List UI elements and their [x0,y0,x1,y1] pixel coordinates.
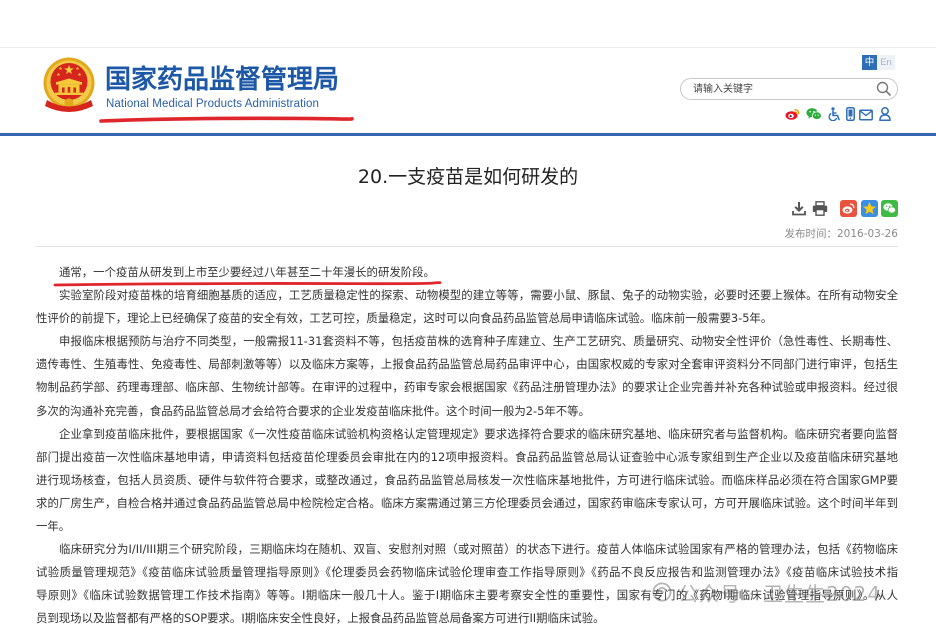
site-title: 国家药品监督管理局 [105,65,340,95]
lang-en-button[interactable]: En [877,55,895,70]
national-emblem-icon [43,57,95,112]
paragraph-line: 进行现场核查，包括人员资质、硬件与软件符合要求，或整改通过，食品药品监管总局核发… [36,472,898,487]
search-icon [876,81,891,96]
lang-zh-button[interactable]: 中 [862,55,877,70]
paragraph-line: 申报临床根据预防与治疗不同类型，一般需报11-31套资料不等，包括疫苗株的选育种… [59,334,898,349]
language-switch: 中 En [862,55,895,70]
user-icon[interactable] [879,107,891,121]
wechat-icon[interactable] [806,107,822,121]
red-annotation-underline [53,281,442,287]
weibo-icon[interactable] [785,107,800,121]
watermark: 公众号 · 卫生生2024 [652,580,881,606]
paragraph: 实验室阶段对疫苗株的培育细胞基质的适应，工艺质量稳定性的探索、动物模型的建立等等… [36,288,898,325]
publish-date-value: 2016-03-26 [836,228,898,240]
paragraph-line: 部门提出疫苗一次性临床基地申请，申请资料包括疫苗伦理委员会审批在内的12项申报资… [36,449,898,464]
paragraph: 通常，一个疫苗从研发到上市至少要经过八年甚至二十年漫长的研发阶段。 [36,265,898,279]
header-blue-rule [0,133,936,136]
paragraph-line: 物制品药学部、药理毒理部、临床部、生物统计部等。在审评的过程中，药审专家会根据国… [36,380,898,395]
paragraph-line: 实验室阶段对疫苗株的培育细胞基质的适应，工艺质量稳定性的探索、动物模型的建立等等… [59,288,898,303]
print-icon[interactable] [812,201,828,216]
paragraph-line: 临床研究分为I/II/III期三个研究阶段，三期临床均在随机、双盲、安慰剂对照（… [59,542,898,557]
paragraph-line: 企业拿到疫苗临床批件，要根据国家《一次性疫苗临床试验机构资格认定管理规定》要求选… [59,426,898,441]
wechat-share-icon[interactable] [881,200,898,217]
paragraph-line: 员到现场以及监督都有严格的SOP要求。I期临床安全性良好，上报食品药品监管总局备… [36,611,605,626]
paragraph-line: 性评价的前提下，理论上已经确保了疫苗的安全有效，工艺可控，质量稳定，这时可以向食… [36,311,773,326]
qzone-share-icon[interactable] [861,200,878,217]
paragraph-line: 多次的沟通补充完善，食品药品监管总局才会给符合要求的企业发疫苗临床批件。这个时间… [36,403,590,418]
paragraph: 企业拿到疫苗临床批件，要根据国家《一次性疫苗临床试验机构资格认定管理规定》要求选… [36,427,898,533]
publish-label: 发布时间： [784,228,837,240]
official-account-icon [652,582,672,602]
title-divider [36,246,898,247]
paragraph-line: 一年。 [36,519,71,534]
site-logo-link[interactable]: 国家药品监督管理局 National Medical Products Admi… [42,56,354,116]
publish-date: 发布时间：2016-03-26 [784,228,898,241]
weibo-share-icon[interactable] [840,200,857,217]
article-body: 通常，一个疫苗从研发到上市至少要经过八年甚至二十年漫长的研发阶段。 实验室阶段对… [36,265,898,625]
watermark-text: 公众号 · 卫生生2024 [678,581,881,606]
paragraph-line: 求的厂房生产，自检合格并通过食品药品监管总局中检院检定合格。临床方案需通过第三方… [36,495,898,510]
paragraph: 申报临床根据预防与治疗不同类型，一般需报11-31套资料不等，包括疫苗株的选育种… [36,334,898,417]
paragraph-line: 遗传毒性、生殖毒性、免疫毒性、局部刺激等等）以及临床方案等，上报食品药品监管总局… [36,357,898,372]
search-box [680,78,898,100]
mail-icon[interactable] [859,108,873,122]
red-annotation-underline [99,116,354,123]
site-subtitle: National Medical Products Administration [106,98,320,110]
accessibility-icon[interactable] [828,107,841,121]
search-button[interactable] [876,81,892,97]
site-header: 国家药品监督管理局 National Medical Products Admi… [0,0,936,137]
mobile-icon[interactable] [846,107,855,121]
top-rule [0,47,936,48]
article-title: 20.一支疫苗是如何研发的 [357,166,579,188]
download-icon[interactable] [792,201,806,216]
search-input[interactable] [693,81,869,97]
paragraph-line: 通常，一个疫苗从研发到上市至少要经过八年甚至二十年漫长的研发阶段。 [59,265,435,279]
